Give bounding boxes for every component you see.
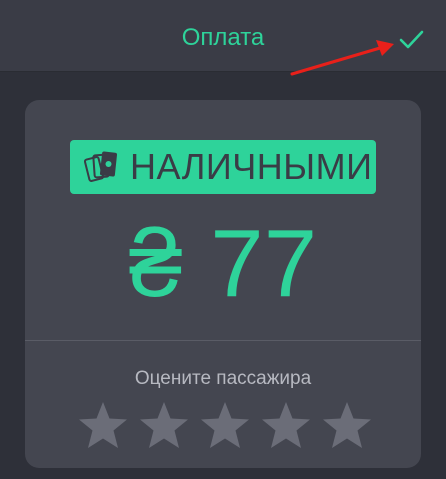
star-icon-1[interactable] xyxy=(77,400,129,452)
star-icon-5[interactable] xyxy=(321,400,373,452)
star-icon-2[interactable] xyxy=(138,400,190,452)
payment-card: НАЛИЧНЫМИ ₴ 77 Оцените пассажира xyxy=(25,100,421,468)
currency-symbol: ₴ xyxy=(128,210,183,317)
payment-method-label: НАЛИЧНЫМИ xyxy=(130,146,373,187)
divider xyxy=(25,340,421,341)
star-rating xyxy=(77,400,373,452)
annotation-arrow-icon xyxy=(290,40,394,76)
star-icon-4[interactable] xyxy=(260,400,312,452)
fare-amount: ₴ 77 xyxy=(25,212,421,316)
star-icon-3[interactable] xyxy=(199,400,251,452)
rating-label: Оцените пассажира xyxy=(134,368,312,389)
cash-icon xyxy=(84,151,118,182)
payment-method-badge: НАЛИЧНЫМИ xyxy=(70,140,376,194)
amount-value: 77 xyxy=(210,210,318,317)
